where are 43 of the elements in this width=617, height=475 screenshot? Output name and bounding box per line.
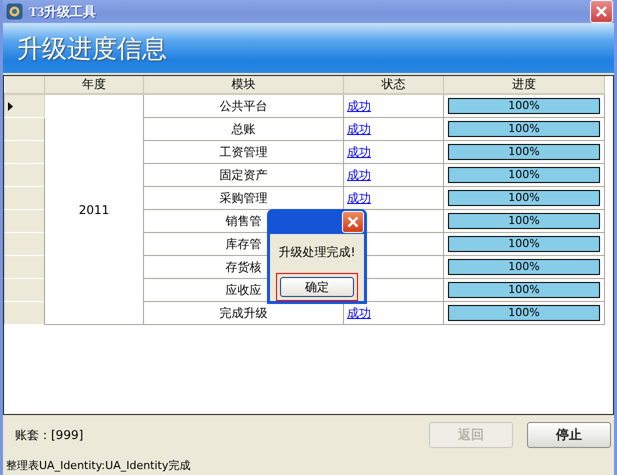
close-icon: [595, 5, 608, 18]
close-icon: [347, 216, 359, 228]
close-button[interactable]: [342, 210, 364, 232]
status-link[interactable]: 成功: [347, 144, 371, 158]
status-link[interactable]: 成功: [347, 168, 371, 182]
progress-text: 100%: [507, 306, 541, 320]
column-header[interactable]: 进度: [444, 76, 604, 94]
table-cell: 应收应: [226, 282, 262, 296]
table-cell: 固定资产: [220, 168, 268, 182]
table-cell: 工资管理: [220, 144, 268, 158]
column-header[interactable]: 模块: [144, 76, 344, 94]
table-cell: 采购管理: [220, 190, 268, 204]
progress-text: 100%: [507, 191, 541, 205]
window-title: T3升级工具: [29, 2, 98, 20]
progress-text: 100%: [507, 168, 541, 182]
progress-text: 100%: [507, 214, 541, 228]
progress-text: 100%: [507, 99, 541, 113]
status-link[interactable]: 成功: [347, 122, 371, 136]
progress-text: 100%: [507, 260, 541, 274]
table-cell: 总账: [232, 122, 256, 136]
table-cell: 存货核: [226, 260, 262, 274]
stop-button[interactable]: 停止: [527, 422, 611, 448]
app-icon: [6, 3, 23, 20]
banner-title: 升级进度信息: [17, 32, 167, 64]
table-cell: 公共平台: [220, 98, 268, 112]
table-cell: 销售管: [226, 214, 262, 228]
progress-text: 100%: [507, 283, 541, 297]
status-link[interactable]: 成功: [347, 190, 371, 204]
close-button[interactable]: [590, 0, 613, 23]
progress-text: 100%: [507, 122, 541, 136]
column-header[interactable]: 状态: [344, 76, 444, 94]
progress-text: 100%: [507, 145, 541, 159]
progress-text: 100%: [507, 237, 541, 251]
ok-button[interactable]: 确定: [280, 277, 354, 297]
table-cell: 库存管: [226, 236, 262, 250]
dialog-message: 升级处理完成!: [278, 244, 356, 261]
status-text: 整理表UA_Identity:UA_Identity完成: [5, 458, 192, 474]
table-cell: 2011: [78, 202, 110, 216]
table-cell: 完成升级: [220, 306, 268, 320]
status-link[interactable]: 成功: [347, 306, 371, 320]
column-header[interactable]: 年度: [44, 76, 144, 94]
status-link[interactable]: 成功: [347, 98, 371, 112]
account-label: 账套：[999]: [15, 426, 84, 444]
